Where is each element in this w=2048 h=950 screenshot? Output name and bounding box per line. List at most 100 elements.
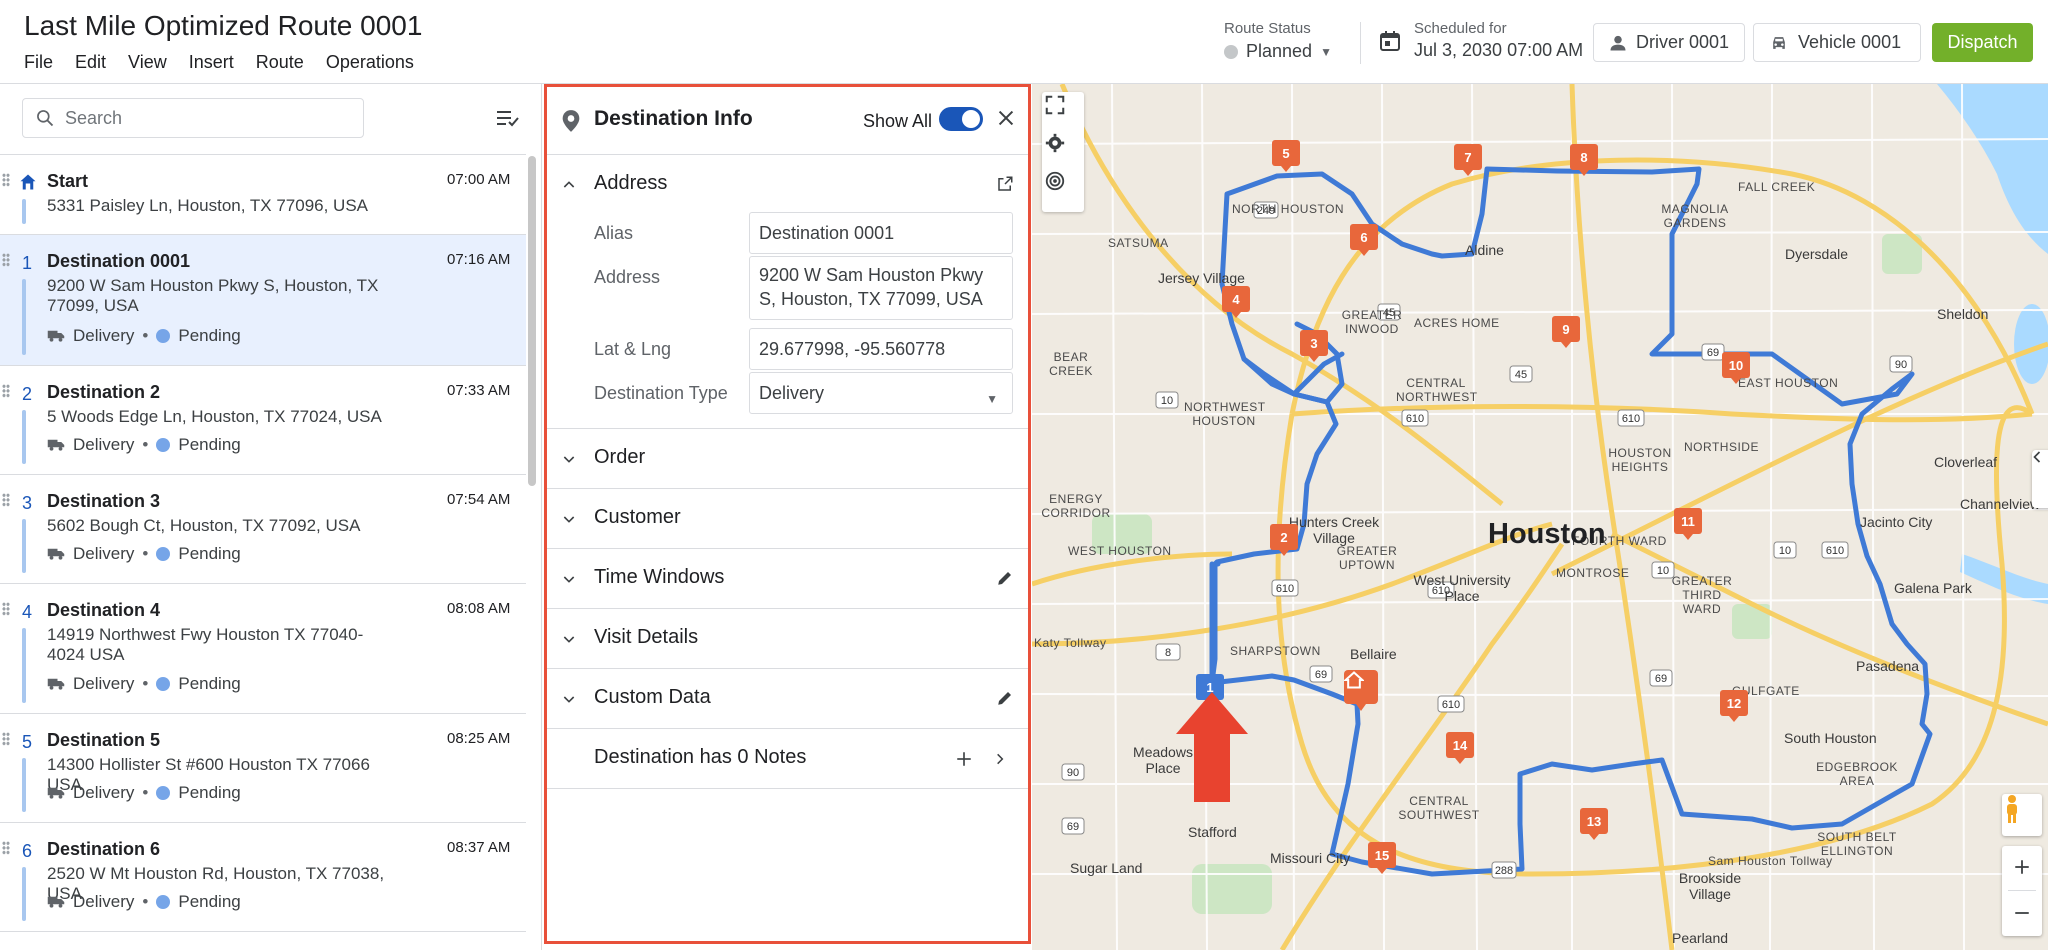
latlng-field[interactable]: 29.677998, -95.560778: [749, 328, 1013, 370]
map-marker-12[interactable]: 12: [1720, 690, 1748, 722]
stop-status: Pending: [178, 674, 241, 693]
map-marker-14[interactable]: 14: [1446, 732, 1474, 764]
menu-insert[interactable]: Insert: [189, 52, 234, 73]
depot-marker[interactable]: [1344, 670, 1378, 711]
map-marker-4[interactable]: 4: [1222, 286, 1250, 318]
search-icon: [37, 110, 54, 127]
section-time-windows[interactable]: Time Windows: [547, 549, 1028, 609]
section-notes[interactable]: Destination has 0 Notes: [547, 729, 1028, 789]
chevron-up-icon[interactable]: [561, 177, 577, 193]
address-field[interactable]: 9200 W Sam Houston Pkwy S, Houston, TX 7…: [749, 256, 1013, 320]
drag-handle-icon[interactable]: [2, 493, 10, 507]
status-dot-icon: [1224, 44, 1238, 59]
zoom-out-icon[interactable]: [2013, 904, 2031, 922]
route-status-value: Planned: [1246, 41, 1313, 61]
destination-type-value: Delivery: [759, 383, 825, 403]
map-marker-10[interactable]: 10: [1722, 352, 1750, 384]
menu-file[interactable]: File: [24, 52, 53, 73]
divider: [1360, 22, 1361, 64]
truck-icon: [47, 787, 65, 799]
map-marker-9[interactable]: 9: [1552, 316, 1580, 348]
map-marker-2[interactable]: 2: [1270, 524, 1298, 556]
drag-handle-icon[interactable]: [2, 732, 10, 746]
section-order[interactable]: Order: [547, 429, 1028, 489]
search-input[interactable]: [65, 107, 345, 129]
drag-handle-icon[interactable]: [2, 384, 10, 398]
stop-number: 1: [22, 253, 33, 273]
map-label: Brookside Village: [1678, 870, 1742, 902]
route-status-dropdown[interactable]: Route Status Planned ▼: [1224, 20, 1332, 62]
section-title: Custom Data: [594, 686, 711, 708]
map-marker-8[interactable]: 8: [1570, 144, 1598, 176]
map-label: GREATER UPTOWN: [1336, 544, 1398, 572]
stop-time: 08:25 AM: [447, 730, 511, 747]
stop-address: 5331 Paisley Ln, Houston, TX 77096, USA: [47, 196, 368, 215]
map-marker-15[interactable]: 15: [1368, 842, 1396, 874]
list-scrollbar[interactable]: [528, 156, 536, 486]
sort-list-icon[interactable]: [496, 108, 520, 128]
section-customer[interactable]: Customer: [547, 489, 1028, 549]
close-icon[interactable]: [995, 107, 1017, 129]
menu-view[interactable]: View: [128, 52, 167, 73]
stop-name: Destination 2: [47, 382, 161, 402]
show-all-toggle[interactable]: [939, 107, 983, 131]
schedule-picker[interactable]: Scheduled for Jul 3, 2030 07:00 AM: [1378, 20, 1583, 61]
fullscreen-icon[interactable]: [1044, 94, 1082, 132]
settings-gear-icon[interactable]: [1044, 132, 1082, 170]
chevron-right-icon[interactable]: [993, 751, 1007, 767]
list-item-start[interactable]: Start 07:00 AM 5331 Paisley Ln, Houston,…: [0, 155, 526, 235]
stop-name: Destination 5: [47, 730, 161, 750]
drag-handle-icon[interactable]: [2, 841, 10, 855]
map-marker-13[interactable]: 13: [1580, 808, 1608, 840]
list-item-destination-2[interactable]: 2 Destination 2 07:33 AM 5 Woods Edge Ln…: [0, 366, 526, 475]
map-label: NORTHWEST HOUSTON: [1184, 400, 1266, 428]
map-marker-3[interactable]: 3: [1300, 330, 1328, 362]
map-marker-11[interactable]: 11: [1674, 508, 1702, 540]
separator-dot: •: [142, 674, 149, 693]
map-label: Galena Park: [1894, 580, 1972, 596]
route-status-label: Route Status: [1224, 20, 1311, 37]
menu-operations[interactable]: Operations: [326, 52, 414, 73]
alias-field[interactable]: Destination 0001: [749, 212, 1013, 254]
map-label: SHARPSTOWN: [1230, 644, 1321, 658]
destination-type-label: Destination Type: [594, 383, 728, 403]
map-label: MONTROSE: [1556, 566, 1630, 580]
address-label: Address: [594, 267, 661, 287]
radar-icon[interactable]: [1044, 170, 1082, 208]
svg-text:610: 610: [1442, 699, 1460, 711]
drag-handle-icon[interactable]: [2, 173, 10, 187]
stop-meta: Delivery • Pending: [47, 892, 241, 912]
list-item-destination-3[interactable]: 3 Destination 3 07:54 AM 5602 Bough Ct, …: [0, 475, 526, 584]
open-external-icon[interactable]: [996, 175, 1014, 193]
map-marker-7[interactable]: 7: [1454, 144, 1482, 176]
route-map[interactable]: 610 610 610 610 610 610 45 45 45 69 69 6…: [1032, 84, 2048, 950]
zoom-in-icon[interactable]: [2013, 858, 2031, 876]
dispatch-button[interactable]: Dispatch: [1932, 23, 2033, 62]
map-label: Hunters Creek Village: [1288, 514, 1380, 546]
add-icon[interactable]: [955, 750, 973, 768]
menu-route[interactable]: Route: [256, 52, 304, 73]
list-item-destination-5[interactable]: 5 Destination 5 08:25 AM 14300 Hollister…: [0, 714, 526, 823]
map-marker-5[interactable]: 5: [1272, 140, 1300, 172]
menu-edit[interactable]: Edit: [75, 52, 106, 73]
map-label: Channelview: [1960, 496, 2041, 512]
drag-handle-icon[interactable]: [2, 602, 10, 616]
vehicle-button[interactable]: Vehicle 0001: [1753, 23, 1921, 62]
pending-status-icon: [156, 895, 171, 909]
map-marker-6[interactable]: 6: [1350, 224, 1378, 256]
street-view-pegman-icon[interactable]: [2002, 794, 2042, 836]
list-item-destination-1[interactable]: 1 Destination 0001 07:16 AM 9200 W Sam H…: [0, 235, 526, 366]
panel-title: Destination Info: [594, 107, 753, 130]
edit-pencil-icon[interactable]: [996, 689, 1014, 707]
section-custom-data[interactable]: Custom Data: [547, 669, 1028, 729]
list-item-destination-4[interactable]: 4 Destination 4 08:08 AM 14919 Northwest…: [0, 584, 526, 714]
destination-type-select[interactable]: Delivery ▼: [749, 372, 1013, 414]
driver-button[interactable]: Driver 0001: [1593, 23, 1745, 62]
edit-pencil-icon[interactable]: [996, 569, 1014, 587]
separator-dot: •: [142, 783, 149, 802]
stop-name: Destination 3: [47, 491, 161, 511]
drag-handle-icon[interactable]: [2, 253, 10, 267]
section-visit-details[interactable]: Visit Details: [547, 609, 1028, 669]
collapse-panel-tab[interactable]: [2032, 450, 2048, 508]
list-item-destination-6[interactable]: 6 Destination 6 08:37 AM 2520 W Mt Houst…: [0, 823, 526, 932]
